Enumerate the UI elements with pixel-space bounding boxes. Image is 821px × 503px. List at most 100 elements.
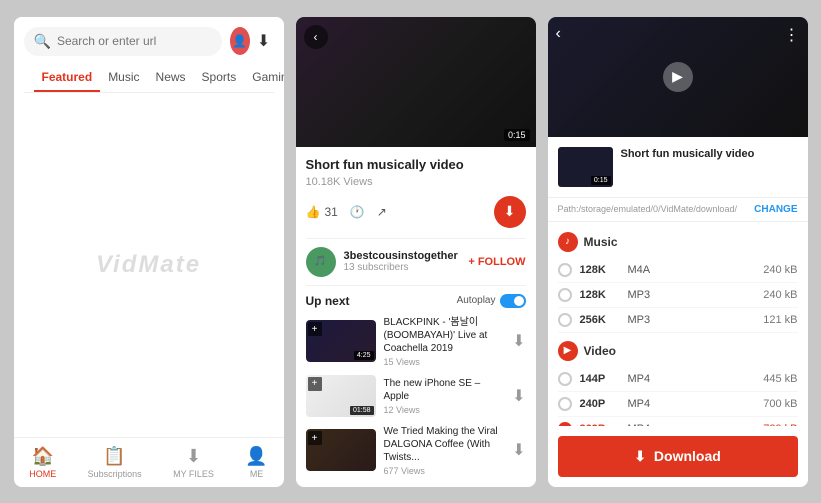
me-icon: 👤 <box>245 446 267 467</box>
change-path-button[interactable]: CHANGE <box>754 204 797 215</box>
nav-me[interactable]: 👤 ME <box>245 446 267 479</box>
up-next-views-2: 12 Views <box>384 405 505 415</box>
format-radio-128k-m4a[interactable] <box>558 263 572 277</box>
panel3-back-button[interactable]: ‹ <box>556 25 561 43</box>
tab-sports[interactable]: Sports <box>194 64 245 92</box>
up-next-info-1: BLACKPINK - '봄날이 (BOOMBAYAH)' Live at Co… <box>384 316 505 367</box>
video-section-icon: ▶ <box>558 341 578 361</box>
app-header: 🔍 👤 ⬇ Featured Music News Sports Gaming … <box>14 17 284 93</box>
subscriptions-icon: 📋 <box>103 446 125 467</box>
format-row[interactable]: 128K MP3 240 kB <box>558 283 798 308</box>
music-section-header: ♪ Music <box>558 232 798 252</box>
share-icon: ↗ <box>377 205 387 219</box>
channel-info: 3bestcousinstogether 13 subscribers <box>344 250 461 273</box>
format-radio-256k-mp3[interactable] <box>558 313 572 327</box>
format-radio-128k-mp3[interactable] <box>558 288 572 302</box>
tab-gaming[interactable]: Gaming <box>244 64 283 92</box>
path-row: Path:/storage/emulated/0/VidMate/downloa… <box>548 198 808 222</box>
up-next-info-2: The new iPhone SE – Apple 12 Views <box>384 377 505 415</box>
format-row[interactable]: 128K M4A 240 kB <box>558 258 798 283</box>
download-button-label: Download <box>654 448 721 464</box>
search-bar[interactable]: 🔍 <box>24 27 222 56</box>
format-radio-144p[interactable] <box>558 372 572 386</box>
panel3-more-button[interactable]: ⋮ <box>784 25 800 45</box>
up-next-title-1: BLACKPINK - '봄날이 (BOOMBAYAH)' Live at Co… <box>384 316 505 355</box>
back-button[interactable]: ‹ <box>304 25 328 49</box>
channel-name: 3bestcousinstogether <box>344 250 461 262</box>
nav-me-label: ME <box>250 469 264 479</box>
avatar[interactable]: 👤 <box>230 27 250 55</box>
format-type-240p: MP4 <box>628 398 756 410</box>
up-next-header: Up next Autoplay <box>306 294 526 308</box>
nav-tabs: Featured Music News Sports Gaming Apps <box>24 64 274 93</box>
up-next-download-2[interactable]: ⬇ <box>512 386 525 406</box>
format-row[interactable]: 256K MP3 121 kB <box>558 308 798 333</box>
video-content: Short fun musically video 10.18K Views 👍… <box>296 147 536 487</box>
vidmate-logo: VidMate <box>96 251 201 279</box>
nav-subscriptions[interactable]: 📋 Subscriptions <box>88 446 142 479</box>
tab-news[interactable]: News <box>148 64 194 92</box>
download-options-panel: ‹ ⋮ ▶ 0:15 Short fun musically video Pat… <box>548 17 808 487</box>
format-size-128k-mp3: 240 kB <box>763 289 797 301</box>
like-button[interactable]: 👍 31 <box>306 205 338 219</box>
search-input[interactable] <box>57 34 212 48</box>
share-button[interactable]: ↗ <box>377 205 387 219</box>
nav-home-label: HOME <box>29 469 56 479</box>
format-size-240p: 700 kB <box>763 398 797 410</box>
format-row[interactable]: 144P MP4 445 kB <box>558 367 798 392</box>
download-circle-button[interactable]: ⬇ <box>494 196 526 228</box>
format-quality-144p: 144P <box>580 373 620 385</box>
up-next-download-3[interactable]: ⬇ <box>512 440 525 460</box>
channel-subscribers: 13 subscribers <box>344 262 461 273</box>
up-next-thumbnail-3: + <box>306 429 376 471</box>
video-thumbnail: ‹ 0:15 <box>296 17 536 147</box>
download-icon[interactable]: ⬇ <box>254 27 274 55</box>
nav-myfiles[interactable]: ⬇ MY FILES <box>173 446 214 479</box>
video-views: 10.18K Views <box>306 176 526 188</box>
up-next-title-2: The new iPhone SE – Apple <box>384 377 505 403</box>
video-section-label: Video <box>584 344 616 358</box>
nav-subscriptions-label: Subscriptions <box>88 469 142 479</box>
download-button[interactable]: ⬇ Download <box>558 436 798 477</box>
myfiles-icon: ⬇ <box>186 446 201 467</box>
format-row[interactable]: 369P MP4 729 kB <box>558 417 798 426</box>
tab-music[interactable]: Music <box>100 64 147 92</box>
up-next-thumbnail-2: + 01:58 <box>306 375 376 417</box>
play-icon[interactable]: ▶ <box>663 62 693 92</box>
tab-featured[interactable]: Featured <box>34 64 101 92</box>
download-icon: ⬇ <box>504 203 516 220</box>
autoplay-row: Autoplay <box>457 294 526 308</box>
up-next-thumbnail-1: + 4:25 <box>306 320 376 362</box>
up-next-info-3: We Tried Making the Viral DALGONA Coffee… <box>384 425 505 476</box>
video-section-header: ▶ Video <box>558 341 798 361</box>
up-next-views-1: 15 Views <box>384 357 505 367</box>
autoplay-toggle[interactable] <box>500 294 526 308</box>
format-quality-128k-mp3: 128K <box>580 289 620 301</box>
follow-button[interactable]: + FOLLOW <box>468 256 525 268</box>
format-quality-128k-m4a: 128K <box>580 264 620 276</box>
download-section: ⬇ Download <box>548 426 808 487</box>
mini-duration: 0:15 <box>591 176 611 185</box>
up-next-title-3: We Tried Making the Viral DALGONA Coffee… <box>384 425 505 464</box>
format-type-128k-mp3: MP3 <box>628 289 756 301</box>
up-next-download-1[interactable]: ⬇ <box>512 331 525 351</box>
plus-icon: + <box>308 377 322 391</box>
thumb-duration-1: 4:25 <box>354 351 374 360</box>
format-type-256k-mp3: MP3 <box>628 314 756 326</box>
format-radio-240p[interactable] <box>558 397 572 411</box>
list-item: + We Tried Making the Viral DALGONA Coff… <box>306 425 526 476</box>
format-row[interactable]: 240P MP4 700 kB <box>558 392 798 417</box>
up-next-label: Up next <box>306 294 350 308</box>
plus-icon: + <box>308 431 322 445</box>
video-duration: 0:15 <box>504 129 530 141</box>
nav-myfiles-label: MY FILES <box>173 469 214 479</box>
thumb-duration-2: 01:58 <box>350 406 374 415</box>
up-next-views-3: 677 Views <box>384 466 505 476</box>
nav-home[interactable]: 🏠 HOME <box>29 446 56 479</box>
channel-row: 🎵 3bestcousinstogether 13 subscribers + … <box>306 238 526 286</box>
thumbs-up-icon: 👍 <box>306 205 321 219</box>
history-button[interactable]: 🕐 <box>350 205 365 219</box>
format-section: ♪ Music 128K M4A 240 kB 128K MP3 240 kB … <box>548 222 808 426</box>
clock-icon: 🕐 <box>350 205 365 219</box>
video-detail-panel: ‹ 0:15 Short fun musically video 10.18K … <box>296 17 536 487</box>
